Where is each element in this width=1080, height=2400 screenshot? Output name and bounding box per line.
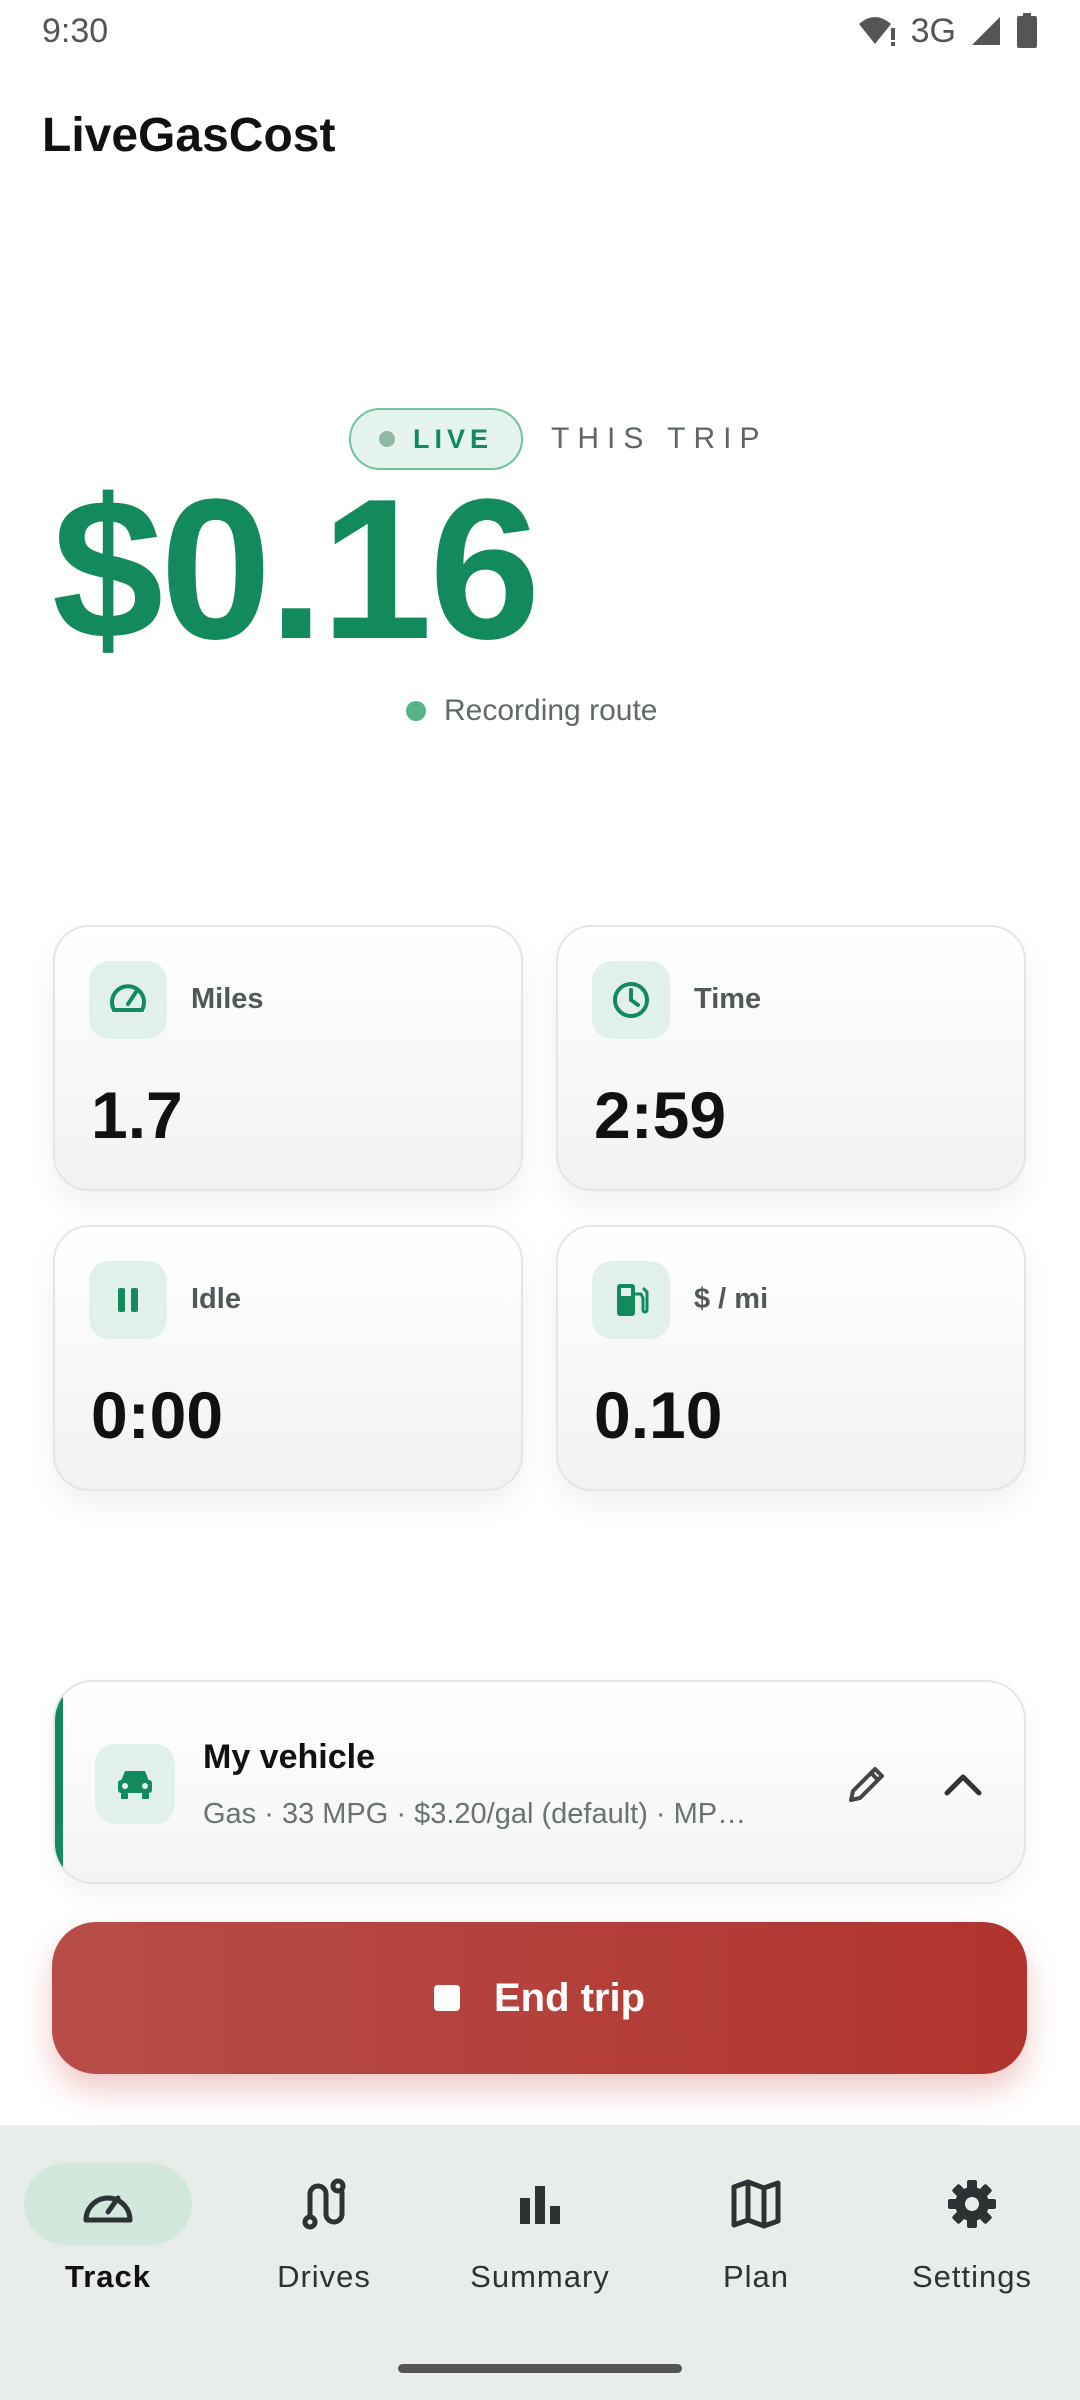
vehicle-details: Gas · 33 MPG · $3.20/gal (default) · MP…	[203, 1798, 747, 1830]
stat-value: 2:59	[594, 1078, 727, 1152]
vehicle-accent-bar	[55, 1682, 63, 1882]
stat-value: 0:00	[91, 1378, 224, 1452]
signal-icon	[970, 15, 1002, 47]
nav-label: Settings	[911, 2259, 1032, 2294]
end-trip-button[interactable]: End trip	[52, 1922, 1027, 2074]
clock-icon	[592, 961, 670, 1039]
live-label: LIVE	[413, 423, 494, 454]
vehicle-title: My vehicle	[203, 1738, 375, 1776]
stat-card-time: Time 2:59	[556, 925, 1026, 1191]
speedometer-icon	[24, 2163, 192, 2245]
status-time: 9:30	[42, 11, 109, 50]
stat-label: Idle	[191, 1283, 241, 1315]
app-title: LiveGasCost	[42, 109, 336, 162]
trip-label: THIS TRIP	[551, 422, 768, 455]
recording-status: Recording route	[406, 694, 657, 728]
recording-label: Recording route	[444, 694, 658, 727]
collapse-vehicle-button[interactable]	[931, 1752, 995, 1816]
stat-value: 0.10	[594, 1378, 723, 1452]
route-icon	[240, 2163, 408, 2245]
status-icons: 3G	[857, 12, 1038, 51]
nav-item-summary[interactable]: Summary	[432, 2163, 648, 2323]
chevron-up-icon	[944, 1774, 982, 1796]
stat-label: Time	[694, 983, 762, 1015]
wifi-alert-icon	[857, 14, 897, 48]
home-indicator[interactable]	[398, 2364, 682, 2373]
bottom-navigation: Track Drives Summary Plan Settings	[0, 2125, 1080, 2400]
car-icon	[95, 1744, 175, 1824]
stat-card-cost-per-mile: $ / mi 0.10	[556, 1225, 1026, 1491]
nav-label: Summary	[470, 2259, 610, 2294]
gear-icon	[888, 2163, 1056, 2245]
pause-icon	[89, 1261, 167, 1339]
trip-cost: $0.16	[52, 458, 540, 681]
live-dot-icon	[379, 431, 395, 447]
nav-item-plan[interactable]: Plan	[648, 2163, 864, 2323]
stat-value: 1.7	[91, 1078, 183, 1152]
stop-icon	[433, 1985, 460, 2011]
nav-item-settings[interactable]: Settings	[864, 2163, 1080, 2323]
nav-label: Track	[64, 2259, 151, 2294]
stat-card-idle: Idle 0:00	[53, 1225, 523, 1491]
nav-label: Drives	[277, 2259, 371, 2294]
nav-label: Plan	[722, 2259, 790, 2294]
battery-icon	[1016, 13, 1038, 49]
vehicle-card[interactable]: My vehicle Gas · 33 MPG · $3.20/gal (def…	[53, 1680, 1026, 1884]
end-trip-label: End trip	[493, 1975, 646, 2020]
nav-item-track[interactable]: Track	[0, 2163, 216, 2323]
edit-vehicle-button[interactable]	[835, 1752, 899, 1816]
pencil-icon	[849, 1767, 884, 1802]
nav-item-drives[interactable]: Drives	[216, 2163, 432, 2323]
status-bar: 9:30 3G	[0, 0, 1080, 62]
speedometer-icon	[89, 961, 167, 1039]
stat-label: $ / mi	[694, 1283, 769, 1315]
stat-card-miles: Miles 1.7	[53, 925, 523, 1191]
stat-label: Miles	[191, 983, 264, 1015]
bar-chart-icon	[456, 2163, 624, 2245]
network-type: 3G	[910, 11, 956, 50]
map-icon	[672, 2163, 840, 2245]
recording-dot-icon	[406, 701, 426, 721]
fuel-pump-icon	[592, 1261, 670, 1339]
